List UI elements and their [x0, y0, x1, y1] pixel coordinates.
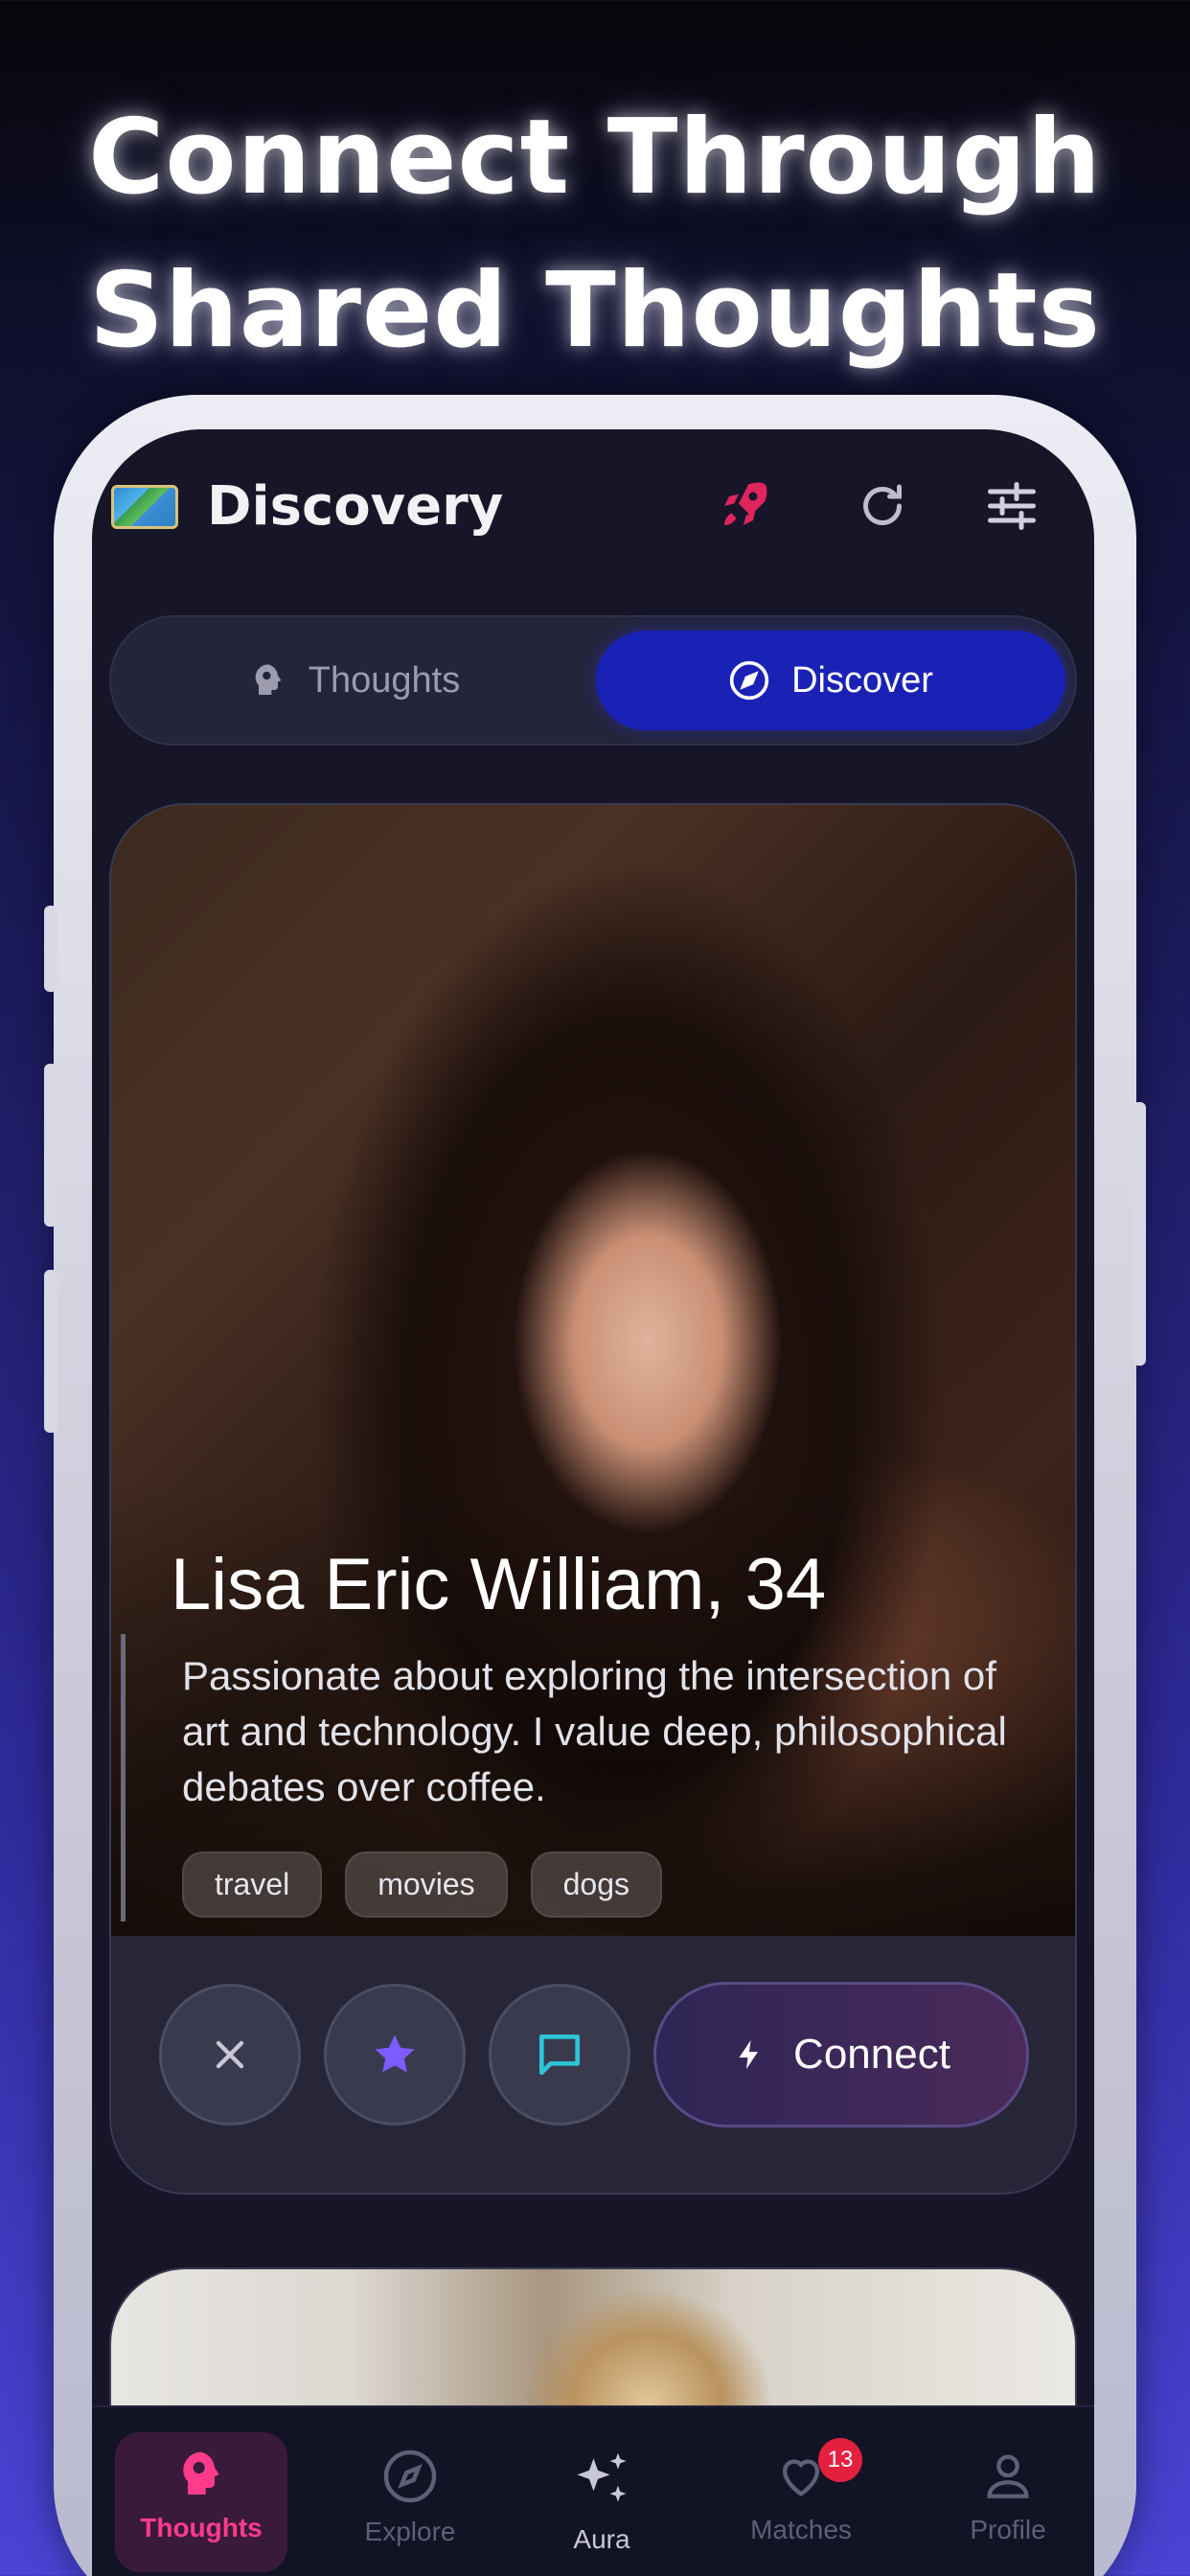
card-actions: Connect: [111, 1936, 1075, 2193]
tab-thoughts[interactable]: Thoughts: [125, 631, 584, 730]
message-button[interactable]: [489, 1984, 630, 2126]
brain-head-icon: [255, 664, 282, 695]
brain-icon: [183, 2451, 219, 2495]
chat-icon: [539, 2035, 580, 2075]
profile-bio: Passionate about exploring the intersect…: [182, 1653, 1007, 1809]
headline-line-2: Shared Thoughts: [89, 251, 1101, 371]
person-icon: [987, 2454, 1029, 2498]
matches-count-badge: 13: [818, 2438, 862, 2482]
interest-tags: travel movies dogs: [182, 1852, 662, 1918]
connect-label: Connect: [793, 2031, 950, 2078]
nav-label: Explore: [364, 2517, 456, 2546]
tab-discover[interactable]: Discover: [596, 631, 1065, 730]
bio-accent-bar: [121, 1634, 126, 1921]
phone-volume-up-button: [44, 1064, 57, 1227]
mode-segmented-control: Thoughts Discover: [109, 615, 1077, 746]
compass-icon: [729, 660, 769, 701]
nav-item-explore[interactable]: Explore: [314, 2407, 506, 2576]
connect-button[interactable]: Connect: [653, 1982, 1029, 2128]
app-screen: Discovery Thoughts Discover Lisa Eric Wi…: [92, 429, 1094, 2576]
phone-action-button: [44, 906, 57, 992]
interest-tag: travel: [182, 1852, 323, 1918]
nav-label: Profile: [970, 2515, 1046, 2544]
map-icon: [111, 485, 178, 529]
nav-label: Matches: [750, 2515, 852, 2544]
close-icon: [216, 2040, 244, 2069]
bottom-navigation: Thoughts Explore Aura 13 Matches Profile: [92, 2405, 1094, 2576]
top-bar: Discovery: [92, 429, 1094, 573]
headline: Connect Through Shared Thoughts: [0, 81, 1190, 388]
star-icon: [375, 2035, 415, 2073]
lightning-icon: [739, 2040, 759, 2069]
nav-item-aura[interactable]: Aura: [506, 2407, 698, 2576]
interest-tag: dogs: [530, 1852, 662, 1918]
tab-thoughts-label: Thoughts: [308, 659, 461, 701]
compass-icon: [383, 2450, 437, 2503]
refresh-icon[interactable]: [854, 477, 911, 535]
nav-item-profile[interactable]: Profile: [912, 2407, 1094, 2576]
profile-name-age: Lisa Eric William, 34: [171, 1544, 827, 1625]
nav-item-thoughts[interactable]: Thoughts: [115, 2407, 287, 2576]
filters-icon[interactable]: [983, 477, 1041, 535]
tab-discover-label: Discover: [791, 659, 933, 701]
nav-item-matches[interactable]: 13 Matches: [705, 2407, 897, 2576]
page-title: Discovery: [207, 475, 504, 538]
interest-tag: movies: [345, 1852, 508, 1918]
phone-power-button: [1133, 1102, 1146, 1366]
sparkles-icon: [577, 2452, 627, 2502]
super-like-button[interactable]: [324, 1984, 466, 2126]
skip-button[interactable]: [159, 1984, 301, 2126]
profile-card[interactable]: Lisa Eric William, 34 Passionate about e…: [109, 803, 1077, 2195]
nav-label: Aura: [573, 2524, 630, 2554]
rocket-icon[interactable]: [715, 477, 772, 535]
nav-label: Thoughts: [140, 2513, 263, 2542]
phone-volume-down-button: [44, 1270, 57, 1433]
headline-line-1: Connect Through: [88, 98, 1102, 218]
